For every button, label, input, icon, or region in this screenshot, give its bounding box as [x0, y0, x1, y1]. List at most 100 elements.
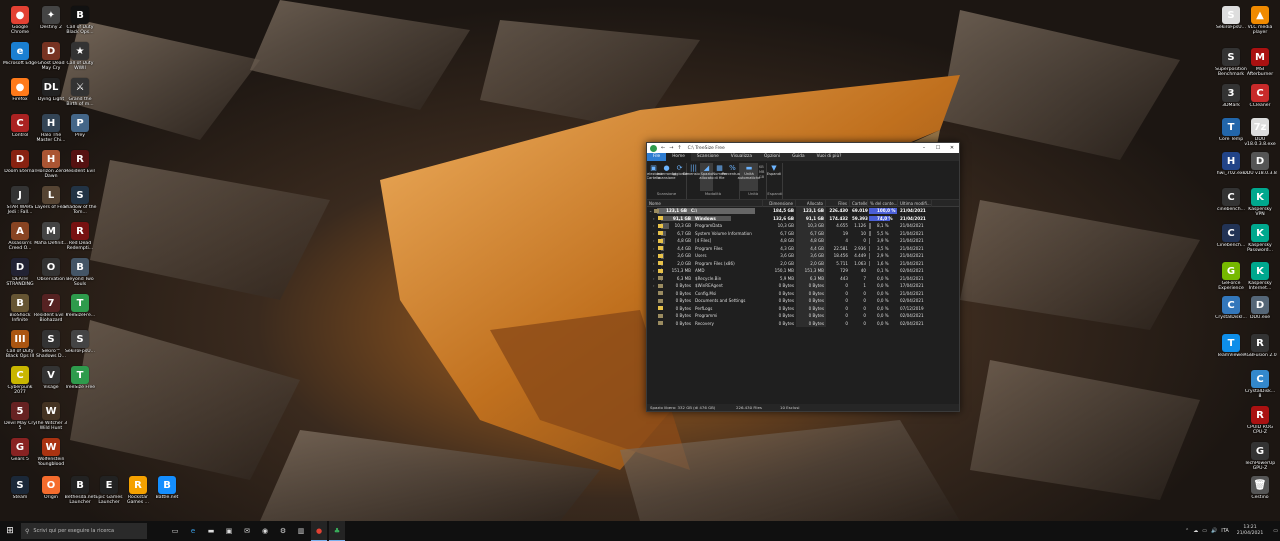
ribbon-tab[interactable]: Opzioni	[758, 153, 786, 161]
forward-arrow-icon[interactable]: →	[669, 145, 673, 151]
table-row[interactable]: › 91,1 GB Windows 132,6 GB 91,1 GB 174.432 59.…	[647, 215, 959, 223]
col-header-allocated[interactable]: Allocato	[796, 199, 826, 207]
desktop-icon[interactable]: 🗑 Cestino	[1243, 476, 1277, 513]
col-header-percent[interactable]: % del conte...	[868, 199, 898, 207]
taskbar-treesize-icon[interactable]: ♣	[329, 521, 345, 541]
table-row[interactable]: › 151,3 MB AMD 150,1 MB 151,3 MB 729 40 0,1 % 02…	[647, 267, 959, 275]
ribbon-tab[interactable]: Vuoi di più?	[811, 153, 848, 161]
taskbar-search[interactable]: ⚲ Scrivi qui per eseguire la ricerca	[21, 523, 147, 539]
desktop-icon[interactable]: D DDU.exe	[1243, 296, 1277, 333]
desktop-icon[interactable]: C Cyberpunk 2077	[3, 366, 37, 403]
table-row[interactable]: › 6,7 GB System Volume Information 6,7 GB 6,…	[647, 230, 959, 238]
desktop-icon[interactable]: ● Google Chrome	[3, 6, 37, 43]
ribbon-tab[interactable]: Scansione	[691, 153, 725, 161]
desktop-icon[interactable]: B Call of Duty Black Ops...	[63, 6, 97, 43]
ribbon-button[interactable]: ◢ Spazio allocato	[699, 163, 714, 191]
ribbon-button[interactable]: ||| Dimensione	[683, 163, 704, 191]
desktop-icon[interactable]: K Kaspersky VPN	[1243, 188, 1277, 225]
desktop-icon[interactable]: T TreeSize Free	[63, 366, 97, 403]
col-header-dimension[interactable]: Dimensione	[763, 199, 796, 207]
desktop-icon[interactable]: K Kaspersky Password...	[1243, 224, 1277, 261]
taskbar-store-icon[interactable]: ▣	[221, 521, 237, 541]
taskbar-chrome-icon[interactable]: ●	[311, 521, 327, 541]
desktop-icon[interactable]: S Steam	[3, 476, 37, 513]
desktop-icon[interactable]: M MSI Afterburner	[1243, 48, 1277, 85]
desktop-icon[interactable]: W The Witcher 3 Wild Hunt	[34, 402, 68, 439]
desktop-icon[interactable]: D DEATH STRANDING	[3, 258, 37, 295]
tray-icon[interactable]: ☁	[1193, 528, 1198, 534]
desktop-icon[interactable]: D DDU v18.0.3.8	[1243, 152, 1277, 189]
desktop-icon[interactable]: R RGBFusion 2.0	[1243, 334, 1277, 371]
desktop-icon[interactable]: P Prey	[63, 114, 97, 151]
col-header-name[interactable]: Nome	[647, 199, 763, 207]
col-header-files[interactable]: Files	[826, 199, 850, 207]
desktop-icon[interactable]: ⚔ Grand the Birth of m...	[63, 78, 97, 115]
desktop-icon[interactable]: C CrystalDisk... 8	[1243, 370, 1277, 407]
ribbon-button[interactable]: ▦ Numero di file	[712, 163, 726, 191]
table-row[interactable]: › 2,0 GB Program Files (x86) 2,0 GB 2,0 GB 5.…	[647, 260, 959, 268]
table-row[interactable]: › 0 Bytes $WinREAgent 0 Bytes 0 Bytes 0 1 0,0 %…	[647, 282, 959, 290]
taskbar-explorer-icon[interactable]: ▬	[203, 521, 219, 541]
desktop-icon[interactable]: ● Firefox	[3, 78, 37, 115]
table-row[interactable]: 0 Bytes Programmi 0 Bytes 0 Bytes 0 0 0,0 % 02/…	[647, 312, 959, 320]
tray-icon[interactable]: ITA	[1221, 528, 1229, 534]
up-arrow-icon[interactable]: ↑	[677, 145, 681, 151]
desktop-icon[interactable]: B Battle.net	[150, 476, 184, 513]
ribbon-tab[interactable]: Home	[666, 153, 691, 161]
desktop-icon[interactable]: K Kaspersky Internet...	[1243, 262, 1277, 299]
col-header-modified[interactable]: Ultima modifi...	[898, 199, 932, 207]
tray-icon[interactable]: ▭	[1202, 528, 1207, 534]
desktop-icon[interactable]: J STAR WARS Jedi : Fall...	[3, 186, 37, 223]
table-row[interactable]: 0 Bytes Config.Msi 0 Bytes 0 Bytes 0 0 0,0 % 21…	[647, 290, 959, 298]
desktop-icon[interactable]: R Resident Evil	[63, 150, 97, 187]
table-row[interactable]: 0 Bytes Documents and Settings 0 Bytes 0 By…	[647, 297, 959, 305]
desktop-icon[interactable]: B BioShock Infinite	[3, 294, 37, 331]
unit-option[interactable]: GB	[759, 175, 764, 180]
table-row[interactable]: › 6,3 MB $Recycle.Bin 5,9 MB 6,3 MB 443 7 0,0 %…	[647, 275, 959, 283]
clock[interactable]: 13:21 21/04/2021	[1237, 525, 1263, 537]
desktop-icon[interactable]: III Call of Duty Black Ops III	[3, 330, 37, 367]
tray-icon[interactable]: 🔊	[1211, 528, 1217, 534]
desktop-icon[interactable]: S Shadow of the Tom...	[63, 186, 97, 223]
table-row[interactable]: 0 Bytes Recovery 0 Bytes 0 Bytes 0 0 0,0 % 02/0…	[647, 320, 959, 328]
taskbar-task-view-icon[interactable]: ▭	[167, 521, 183, 541]
notification-icon[interactable]: ▭	[1273, 528, 1278, 534]
desktop-icon[interactable]: G Gears 5	[3, 438, 37, 475]
close-button[interactable]: ✕	[945, 145, 959, 151]
taskbar-settings-icon[interactable]: ⚙	[275, 521, 291, 541]
table-row[interactable]: › 3,6 GB Users 3,6 GB 3,6 GB 18.456 4.449 2,9 %…	[647, 252, 959, 260]
desktop-icon[interactable]: R CPUID ROG CPU-Z	[1243, 406, 1277, 443]
back-arrow-icon[interactable]: ←	[661, 145, 665, 151]
start-button[interactable]: ⊞	[0, 521, 20, 541]
taskbar-media-icon[interactable]: ◉	[257, 521, 273, 541]
desktop-icon[interactable]: 7z DDU v18.0.3.8.exe	[1243, 118, 1277, 155]
desktop-icon[interactable]: e Microsoft Edge	[3, 42, 37, 79]
ribbon-tab[interactable]: File	[647, 153, 667, 161]
table-row[interactable]: › 4,8 GB [4 Files] 4,8 GB 4,8 GB 4 0 3,9 % 21/04…	[647, 237, 959, 245]
tray-icon[interactable]: ⌃	[1185, 528, 1189, 534]
desktop-icon[interactable]: G TechPowerUp GPU-Z	[1243, 442, 1277, 479]
ribbon-button[interactable]: ▼ Espandi	[767, 163, 781, 191]
desktop-icon[interactable]: T TreeSizeFre...	[63, 294, 97, 331]
desktop-icon[interactable]: ▲ VLC media player	[1243, 6, 1277, 43]
desktop-icon[interactable]: 5 Devil May Cry 5	[3, 402, 37, 439]
desktop-icon[interactable]: D Doom Eternal	[3, 150, 37, 187]
desktop-icon[interactable]: W Wolfenstein Youngblood	[34, 438, 68, 475]
desktop-icon[interactable]: C Control	[3, 114, 37, 151]
table-row[interactable]: 0 Bytes PerfLogs 0 Bytes 0 Bytes 0 0 0,0 % 07/1…	[647, 305, 959, 313]
ribbon-button[interactable]: ⟳ Aggiorna	[671, 163, 687, 191]
ribbon-tab[interactable]: Guida	[786, 153, 811, 161]
treesize-window[interactable]: ← → ↑ C:\ TreeSize Free – ☐ ✕ File Home Sc…	[646, 142, 960, 412]
desktop-icon[interactable]: ★ Call of Duty WWII	[63, 42, 97, 79]
desktop-icon[interactable]: A Assassin's Creed O...	[3, 222, 37, 259]
desktop-icon[interactable]: S SekiroFpsU...	[63, 330, 97, 367]
window-titlebar[interactable]: ← → ↑ C:\ TreeSize Free – ☐ ✕	[647, 143, 959, 153]
ribbon-button[interactable]: ▬ Unità automatiche	[738, 163, 760, 191]
taskbar-mail-icon[interactable]: ✉	[239, 521, 255, 541]
table-row[interactable]: › 4,4 GB Program Files 4,3 GB 4,4 GB 22.581 2.…	[647, 245, 959, 253]
desktop-icon[interactable]: R Red Dead Redempti...	[63, 222, 97, 259]
folder-tree[interactable]: ⌄ 123,1 GB C:\ 184,5 GB 123,1 GB 226.430 69.01…	[647, 207, 959, 327]
ribbon-tab[interactable]: Visualizza	[725, 153, 758, 161]
ribbon-button[interactable]: ● Interrompi scansione	[657, 163, 676, 191]
table-row[interactable]: ⌄ 123,1 GB C:\ 184,5 GB 123,1 GB 226.430 69.01…	[647, 207, 959, 215]
